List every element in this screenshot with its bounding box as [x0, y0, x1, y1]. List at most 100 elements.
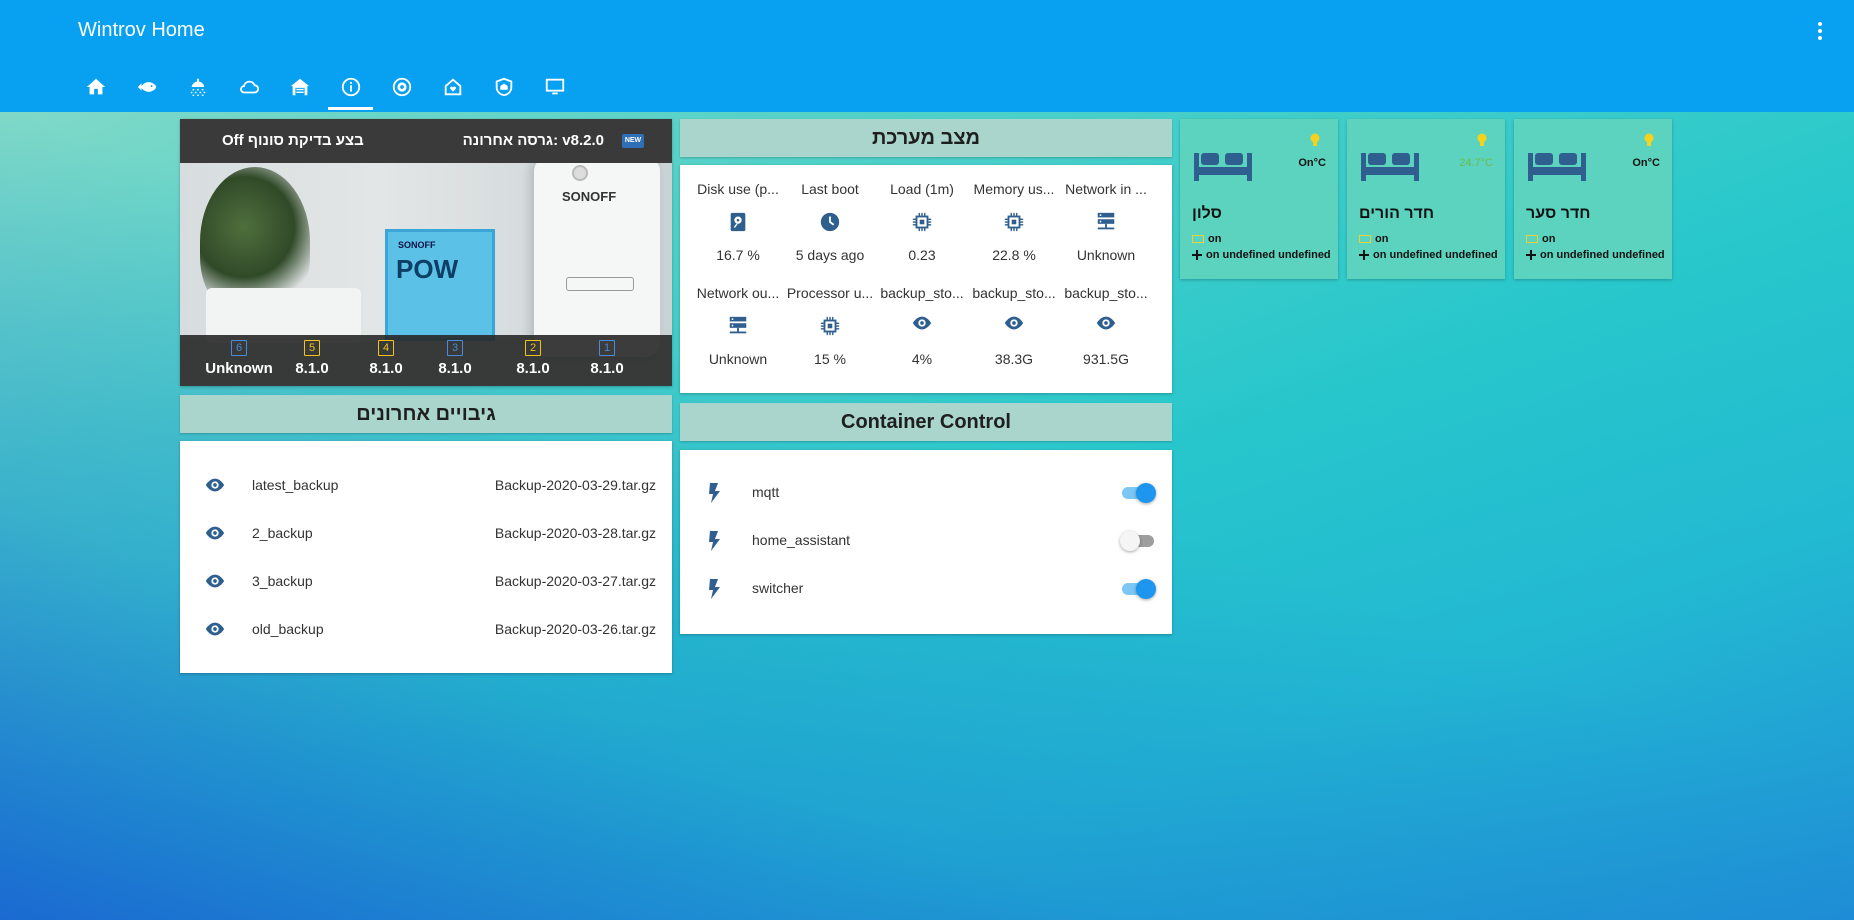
backup-row[interactable]: 2_backup Backup-2020-03-28.tar.gz	[180, 519, 672, 549]
sensor-value: Unknown	[1076, 247, 1136, 263]
container-name: mqtt	[752, 484, 780, 500]
tab-security[interactable]	[478, 66, 529, 112]
version-item-5[interactable]: 5 8.1.0	[277, 338, 347, 377]
bed-icon	[1528, 153, 1586, 181]
system-status-card: Disk use (p... 16.7 % Last boot 5 days a…	[680, 165, 1172, 393]
overflow-menu-icon[interactable]	[1808, 18, 1832, 44]
sensor-label: Load (1m)	[890, 181, 954, 197]
sonoff-header-bar: בצע בדיקת סונוף Off גרסה אחרונה: v8.2.0 …	[180, 119, 672, 163]
room-fan-status: on undefined undefined	[1359, 249, 1498, 261]
room-fan-status: on undefined undefined	[1192, 249, 1331, 261]
eye-icon	[912, 316, 932, 330]
sensor-value: 38.3G	[994, 351, 1034, 367]
room-light-value: on	[1375, 233, 1389, 245]
container-control-title: Container Control	[680, 403, 1172, 441]
room-temperature: On°C	[1632, 157, 1660, 169]
tab-home-heart[interactable]	[427, 66, 478, 112]
tab-cloud[interactable]	[223, 66, 274, 112]
room-light-status: on	[1359, 233, 1388, 245]
sensor-label: Network in ...	[1065, 181, 1147, 197]
eye-icon	[205, 574, 225, 588]
tab-monitor[interactable]	[529, 66, 580, 112]
sensor-label: Network ou...	[696, 285, 780, 301]
version-value: 8.1.0	[295, 360, 329, 377]
top-app-bar: Wintrov Home	[0, 0, 1854, 112]
room-temperature: 24.7°C	[1459, 157, 1493, 169]
tab-fish[interactable]	[121, 66, 172, 112]
tab-shower[interactable]	[172, 66, 223, 112]
backup-row[interactable]: latest_backup Backup-2020-03-29.tar.gz	[180, 471, 672, 501]
sensor-network-out[interactable]: Network ou... Unknown	[694, 285, 782, 367]
sensor-value: 22.8 %	[992, 247, 1036, 263]
room-card-saar-room[interactable]: On°C חדר סער on on undefined undefined	[1514, 119, 1672, 279]
info-icon	[341, 77, 360, 97]
eye-icon	[205, 478, 225, 492]
tab-garage[interactable]	[274, 66, 325, 112]
clock-icon	[820, 212, 840, 232]
room-card-parents-room[interactable]: 24.7°C חדר הורים on on undefined undefin…	[1347, 119, 1505, 279]
container-toggle[interactable]	[1120, 530, 1156, 552]
box-brand: SONOFF	[398, 240, 436, 250]
room-light-value: on	[1208, 233, 1222, 245]
sensor-value: 931.5G	[1083, 351, 1129, 367]
sensor-backup-storage-percent[interactable]: backup_sto... 4%	[878, 285, 966, 367]
sensor-backup-storage-used[interactable]: backup_sto... 38.3G	[970, 285, 1058, 367]
flash-icon	[709, 483, 720, 503]
harddisk-icon	[730, 212, 746, 232]
flash-icon	[709, 579, 720, 599]
view-tabs	[70, 66, 580, 112]
numeric-6-box-icon: 6	[231, 340, 247, 356]
sonoff-device-image: SONOFF	[534, 157, 660, 357]
sensor-label: backup_sto...	[1064, 285, 1148, 301]
backup-file: Backup-2020-03-29.tar.gz	[494, 477, 656, 493]
backup-name: 2_backup	[252, 525, 313, 541]
room-fan-value: on undefined undefined	[1540, 249, 1665, 261]
version-item-3[interactable]: 3 8.1.0	[420, 338, 490, 377]
container-toggle[interactable]	[1120, 578, 1156, 600]
tab-info[interactable]	[325, 66, 376, 112]
container-toggle[interactable]	[1120, 482, 1156, 504]
server-network-icon	[1097, 212, 1115, 230]
lightbulb-icon	[1644, 133, 1654, 146]
numeric-1-box-icon: 1	[599, 340, 615, 356]
version-item-2[interactable]: 2 8.1.0	[498, 338, 568, 377]
backups-title: גיבויים אחרונים	[180, 395, 672, 433]
numeric-2-box-icon: 2	[525, 340, 541, 356]
room-card-living-room[interactable]: On°C סלון on on undefined undefined	[1180, 119, 1338, 279]
backup-file: Backup-2020-03-28.tar.gz	[494, 525, 656, 541]
sensor-network-in[interactable]: Network in ... Unknown	[1062, 181, 1150, 263]
backup-name: 3_backup	[252, 573, 313, 589]
sonoff-versions-bar: 6 Unknown 5 8.1.0 4 8.1.0 3 8.1.0 2 8.1.…	[180, 335, 672, 386]
version-item-4[interactable]: 4 8.1.0	[351, 338, 421, 377]
sensor-label: backup_sto...	[972, 285, 1056, 301]
led-strip-icon	[1526, 235, 1538, 243]
tab-robot-vacuum[interactable]	[376, 66, 427, 112]
sonoff-check-button[interactable]: בצע בדיקת סונוף Off	[222, 132, 364, 149]
backup-row[interactable]: 3_backup Backup-2020-03-27.tar.gz	[180, 567, 672, 597]
sensor-value: 5 days ago	[795, 247, 865, 263]
sensor-backup-storage-total[interactable]: backup_sto... 931.5G	[1062, 285, 1150, 367]
fan-icon	[1192, 250, 1202, 260]
app-title: Wintrov Home	[78, 19, 205, 41]
tab-home[interactable]	[70, 66, 121, 112]
sensor-memory-use[interactable]: Memory us... 22.8 %	[970, 181, 1058, 263]
box-product: POW	[396, 254, 459, 284]
container-row-switcher: switcher	[680, 574, 1172, 604]
room-light-status: on	[1192, 233, 1221, 245]
system-status-title: מצב מערכת	[680, 119, 1172, 157]
sensor-value: 4%	[911, 351, 933, 367]
backups-card: latest_backup Backup-2020-03-29.tar.gz 2…	[180, 441, 672, 673]
sonoff-picture-card: SONOFF POW SONOFF בצע בדיקת סונוף Off גר…	[180, 119, 672, 386]
version-item-1[interactable]: 1 8.1.0	[572, 338, 642, 377]
sensor-load[interactable]: Load (1m) 0.23	[878, 181, 966, 263]
sensor-disk-use[interactable]: Disk use (p... 16.7 %	[694, 181, 782, 263]
sensor-last-boot[interactable]: Last boot 5 days ago	[786, 181, 874, 263]
version-item-6[interactable]: 6 Unknown	[204, 338, 274, 377]
numeric-5-box-icon: 5	[304, 340, 320, 356]
sensor-value: 16.7 %	[716, 247, 760, 263]
led-strip-icon	[1192, 235, 1204, 243]
backup-row[interactable]: old_backup Backup-2020-03-26.tar.gz	[180, 615, 672, 645]
fish-icon	[137, 82, 156, 92]
container-row-mqtt: mqtt	[680, 478, 1172, 508]
sensor-processor-use[interactable]: Processor u... 15 %	[786, 285, 874, 367]
